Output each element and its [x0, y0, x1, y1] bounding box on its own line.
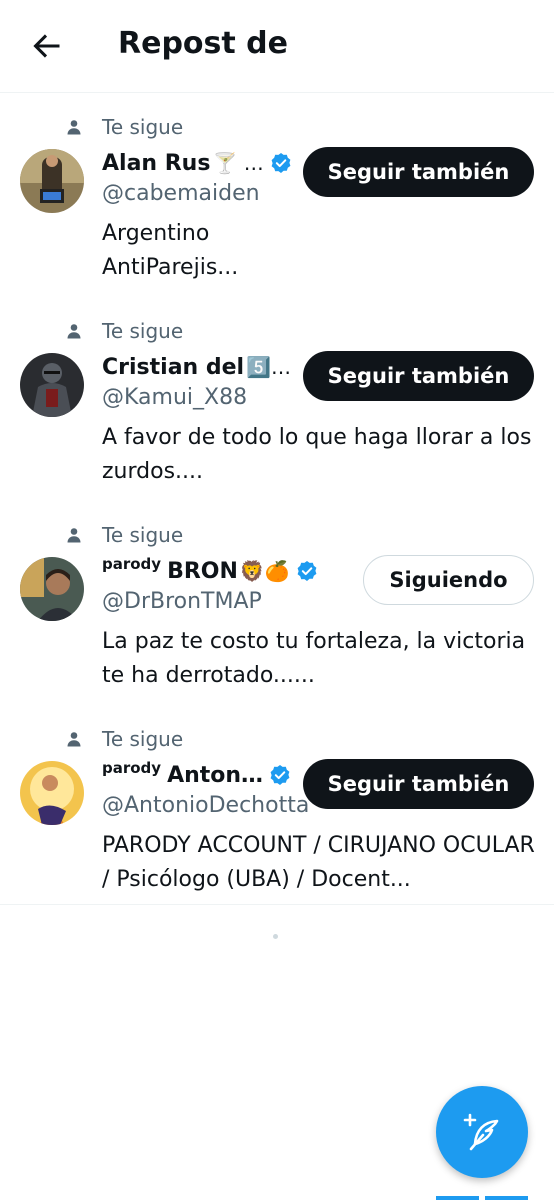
- user-bio: A favor de todo lo que haga llorar a los…: [102, 425, 532, 484]
- name-emoji: 🍸 …: [212, 151, 264, 175]
- verified-badge-icon: [297, 561, 317, 581]
- bottom-bar-segment: [485, 1196, 528, 1200]
- list-end-divider: [0, 904, 554, 905]
- follow-button[interactable]: Seguir también: [303, 351, 534, 401]
- user-bio: Argentino AntiParejis...: [102, 217, 542, 285]
- avatar[interactable]: [20, 149, 84, 213]
- bio-line: Argentino: [102, 221, 210, 246]
- name-row: Cristian del 5️⃣…: [102, 349, 291, 385]
- name-emoji: 5️⃣…: [246, 355, 291, 379]
- name-row: parody Anton…: [102, 757, 291, 793]
- display-name[interactable]: Anton…: [167, 763, 263, 788]
- follow-button[interactable]: Seguir también: [303, 759, 534, 809]
- compose-feather-icon: [463, 1113, 499, 1151]
- user-bio: PARODY ACCOUNT / CIRUJANO OCULAR / Psicó…: [102, 833, 535, 892]
- user-handle: @DrBronTMAP: [102, 589, 262, 614]
- user-cell[interactable]: Te sigue Cristian del 5️⃣… @Kamui_X88 A …: [0, 297, 554, 501]
- user-cell[interactable]: Te sigue Alan Rus 🍸 … @cabemaiden Argent…: [0, 93, 554, 297]
- bio-line: AntiParejis...: [102, 255, 239, 280]
- name-row: Alan Rus 🍸 …: [102, 145, 292, 181]
- bottom-bar-edge: [436, 1196, 528, 1200]
- user-cell[interactable]: Te sigue parody Anton… @AntonioDechotta …: [0, 705, 554, 909]
- follows-you-label: Te sigue: [102, 115, 184, 139]
- person-icon: [67, 528, 81, 543]
- top-bar: Repost de: [0, 0, 554, 93]
- follows-you-label: Te sigue: [102, 319, 184, 343]
- verified-badge-icon: [271, 153, 291, 173]
- display-name[interactable]: BRON: [167, 559, 238, 584]
- back-button[interactable]: [28, 28, 64, 64]
- user-list: Te sigue Alan Rus 🍸 … @cabemaiden Argent…: [0, 93, 554, 909]
- user-handle: @Kamui_X88: [102, 385, 248, 410]
- verified-badge-icon: [270, 765, 290, 785]
- name-emoji: 🦁🍊: [239, 559, 290, 583]
- user-handle: @cabemaiden: [102, 181, 260, 206]
- person-icon: [67, 120, 81, 135]
- user-bio: La paz te costo tu fortaleza, la victori…: [102, 629, 526, 688]
- arrow-left-icon: [33, 34, 60, 58]
- avatar[interactable]: [20, 353, 84, 417]
- name-row: parody BRON 🦁🍊: [102, 553, 318, 589]
- parody-label: parody: [102, 555, 162, 573]
- user-cell[interactable]: Te sigue parody BRON 🦁🍊 @DrBronTMAP La p…: [0, 501, 554, 705]
- follows-you-indicator: Te sigue: [66, 521, 183, 549]
- avatar[interactable]: [20, 761, 84, 825]
- loading-dot: [273, 934, 278, 939]
- user-handle: @AntonioDechotta: [102, 793, 310, 818]
- display-name[interactable]: Alan Rus: [102, 151, 210, 176]
- avatar[interactable]: [20, 557, 84, 621]
- follows-you-indicator: Te sigue: [66, 317, 183, 345]
- follows-you-label: Te sigue: [102, 523, 184, 547]
- follows-you-indicator: Te sigue: [66, 725, 183, 753]
- bottom-bar-segment: [436, 1196, 479, 1200]
- compose-button[interactable]: [436, 1086, 528, 1178]
- page-title: Repost de: [118, 26, 288, 61]
- following-button[interactable]: Siguiendo: [363, 555, 534, 605]
- parody-label: parody: [102, 759, 162, 777]
- person-icon: [67, 324, 81, 339]
- follows-you-label: Te sigue: [102, 727, 184, 751]
- person-icon: [67, 732, 81, 747]
- follows-you-indicator: Te sigue: [66, 113, 183, 141]
- follow-button[interactable]: Seguir también: [303, 147, 534, 197]
- display-name[interactable]: Cristian del: [102, 355, 244, 380]
